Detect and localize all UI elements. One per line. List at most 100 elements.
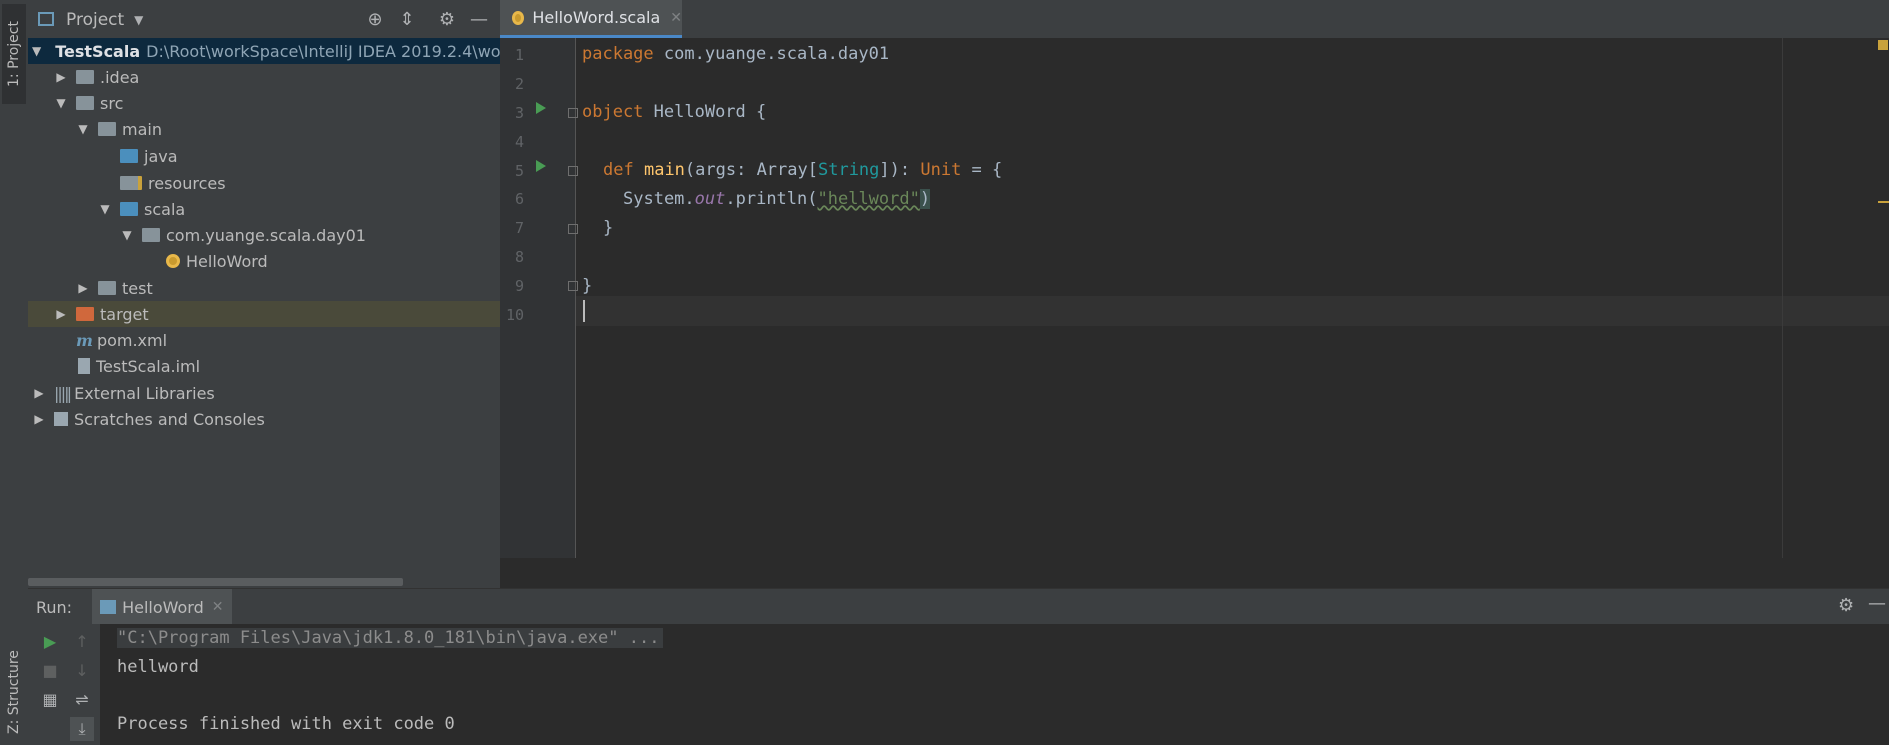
tree-item-target[interactable]: ▶ target	[28, 301, 500, 327]
code-token: ]):	[879, 160, 921, 180]
close-tab-icon[interactable]: ✕	[212, 599, 224, 615]
locate-icon[interactable]: ⊕	[364, 9, 386, 31]
soft-wrap-icon[interactable]: ⇌	[70, 688, 94, 712]
collapse-arrow-icon[interactable]: ▶	[32, 386, 46, 400]
line-number: 9	[514, 277, 524, 295]
folder-icon	[98, 281, 116, 295]
expand-arrow-icon[interactable]: ▼	[32, 44, 41, 58]
warning-stripe-marker[interactable]	[1878, 201, 1889, 203]
collapse-arrow-icon[interactable]: ▶	[54, 307, 68, 321]
stop-icon[interactable]: ■	[38, 659, 62, 683]
tree-item-external-libraries[interactable]: ▶ |||‖ External Libraries	[28, 380, 500, 406]
line-number: 8	[514, 248, 524, 266]
tree-item-package[interactable]: ▼ com.yuange.scala.day01	[28, 222, 500, 248]
code-token: "hellword"	[817, 189, 920, 209]
run-console[interactable]: "C:\Program Files\Java\jdk1.8.0_181\bin\…	[100, 624, 1889, 745]
folder-icon	[98, 122, 116, 136]
minimize-icon[interactable]: —	[468, 9, 490, 31]
run-main-icon[interactable]	[536, 160, 546, 172]
code-line-7: }	[603, 218, 614, 238]
horizontal-scrollbar[interactable]	[28, 578, 403, 586]
line-number: 5	[514, 162, 524, 180]
collapse-arrow-icon[interactable]: ▶	[76, 281, 90, 295]
code-line-5: def main(args: Array[String]): Unit = {	[603, 160, 1002, 180]
project-panel-title[interactable]: Project	[66, 10, 124, 30]
tree-item-scala[interactable]: ▼ scala	[28, 196, 500, 222]
run-label: Run:	[36, 597, 73, 617]
code-token: out	[694, 189, 726, 209]
line-number: 2	[514, 75, 524, 93]
package-icon	[142, 228, 160, 242]
code-token: System.	[623, 189, 695, 209]
code-editor[interactable]: 1 2 3 4 5 6 7 8 9 10 package com.yuange.…	[500, 38, 1889, 558]
tree-item-java[interactable]: java	[28, 143, 500, 169]
line-number: 1	[514, 46, 524, 64]
expand-arrow-icon[interactable]: ▼	[76, 122, 90, 136]
code-token: Unit	[920, 160, 962, 180]
tree-item-label: HelloWord	[186, 251, 268, 271]
tree-item-label: External Libraries	[74, 383, 215, 403]
scratches-icon	[54, 412, 68, 426]
tree-item-resources[interactable]: resources	[28, 170, 500, 196]
gear-icon[interactable]: ⚙	[436, 9, 458, 31]
code-token: (args: Array[	[684, 160, 818, 180]
tab-helloword-scala[interactable]: HelloWord.scala ✕	[500, 0, 682, 38]
tree-item-label: TestScala	[55, 41, 141, 61]
tree-item-pom[interactable]: m pom.xml	[28, 327, 500, 353]
structure-tool-tab[interactable]: Z: Structure	[2, 640, 26, 744]
gear-icon[interactable]: ⚙	[1838, 595, 1854, 616]
scroll-to-end-icon[interactable]: ⤓	[70, 717, 94, 741]
tree-item-label: com.yuange.scala.day01	[166, 225, 366, 245]
collapse-arrow-icon[interactable]: ▶	[54, 70, 68, 84]
fold-marker-icon[interactable]	[568, 108, 578, 118]
tree-item-path: D:\Root\workSpace\IntelliJ IDEA 2019.2.4…	[146, 41, 527, 61]
project-panel: Project ▼ ⊕ ⇕ ⚙ — ▼ TestScala D:\Root\wo…	[28, 0, 527, 588]
scala-object-icon	[166, 254, 180, 268]
code-line-3: object HelloWord {	[582, 102, 766, 122]
close-tab-icon[interactable]: ✕	[670, 10, 682, 26]
rerun-icon[interactable]: ▶	[38, 630, 62, 654]
tree-item-src[interactable]: ▼ src	[28, 90, 500, 116]
dropdown-arrow-icon[interactable]: ▼	[134, 13, 143, 27]
fold-marker-icon[interactable]	[568, 224, 578, 234]
scroll-down-icon[interactable]: ↓	[70, 659, 94, 683]
source-folder-icon	[120, 149, 138, 163]
project-tool-tab[interactable]: 1: Project	[2, 4, 26, 104]
project-view-icon	[38, 12, 54, 26]
tree-item-label: scala	[144, 199, 186, 219]
line-number: 4	[514, 133, 524, 151]
tree-item-test[interactable]: ▶ test	[28, 275, 500, 301]
scala-object-icon	[512, 10, 525, 25]
console-command-line[interactable]: "C:\Program Files\Java\jdk1.8.0_181\bin\…	[117, 628, 664, 648]
console-exit-line: Process finished with exit code 0	[117, 714, 455, 734]
fold-marker-icon[interactable]	[568, 281, 578, 291]
run-tab-helloword[interactable]: HelloWord ✕	[92, 589, 232, 625]
expand-arrow-icon[interactable]: ▼	[120, 228, 134, 242]
run-object-icon[interactable]	[536, 102, 546, 114]
tree-item-label: java	[144, 146, 178, 166]
collapse-all-icon[interactable]: ⇕	[396, 9, 418, 31]
expand-arrow-icon[interactable]: ▼	[98, 202, 112, 216]
warning-status-icon[interactable]	[1878, 40, 1888, 50]
tree-item-label: target	[100, 304, 149, 324]
run-tab-label: HelloWord	[122, 597, 204, 617]
minimize-icon[interactable]: —	[1868, 593, 1886, 614]
tree-item-label: src	[100, 93, 124, 113]
restore-layout-icon[interactable]: ▦	[38, 688, 62, 712]
scroll-up-icon[interactable]: ↑	[70, 630, 94, 654]
fold-marker-icon[interactable]	[568, 166, 578, 176]
tree-item-scratches[interactable]: ▶ Scratches and Consoles	[28, 406, 500, 432]
right-margin-guide	[1782, 38, 1783, 558]
expand-arrow-icon[interactable]: ▼	[54, 96, 68, 110]
tree-item-main[interactable]: ▼ main	[28, 116, 500, 142]
tree-item-label: Scratches and Consoles	[74, 409, 265, 429]
tree-item-helloword[interactable]: HelloWord	[28, 248, 500, 274]
collapse-arrow-icon[interactable]: ▶	[32, 412, 46, 426]
tree-item-iml[interactable]: TestScala.iml	[28, 353, 500, 379]
tree-item-idea[interactable]: ▶ .idea	[28, 64, 500, 90]
run-panel-header: Run: HelloWord ✕ ⚙ —	[28, 588, 1889, 625]
code-token: object	[582, 102, 644, 122]
code-line-1: package com.yuange.scala.day01	[582, 44, 889, 64]
tree-item-testscala[interactable]: ▼ TestScala D:\Root\workSpace\IntelliJ I…	[28, 38, 527, 64]
code-token: main	[643, 160, 685, 180]
